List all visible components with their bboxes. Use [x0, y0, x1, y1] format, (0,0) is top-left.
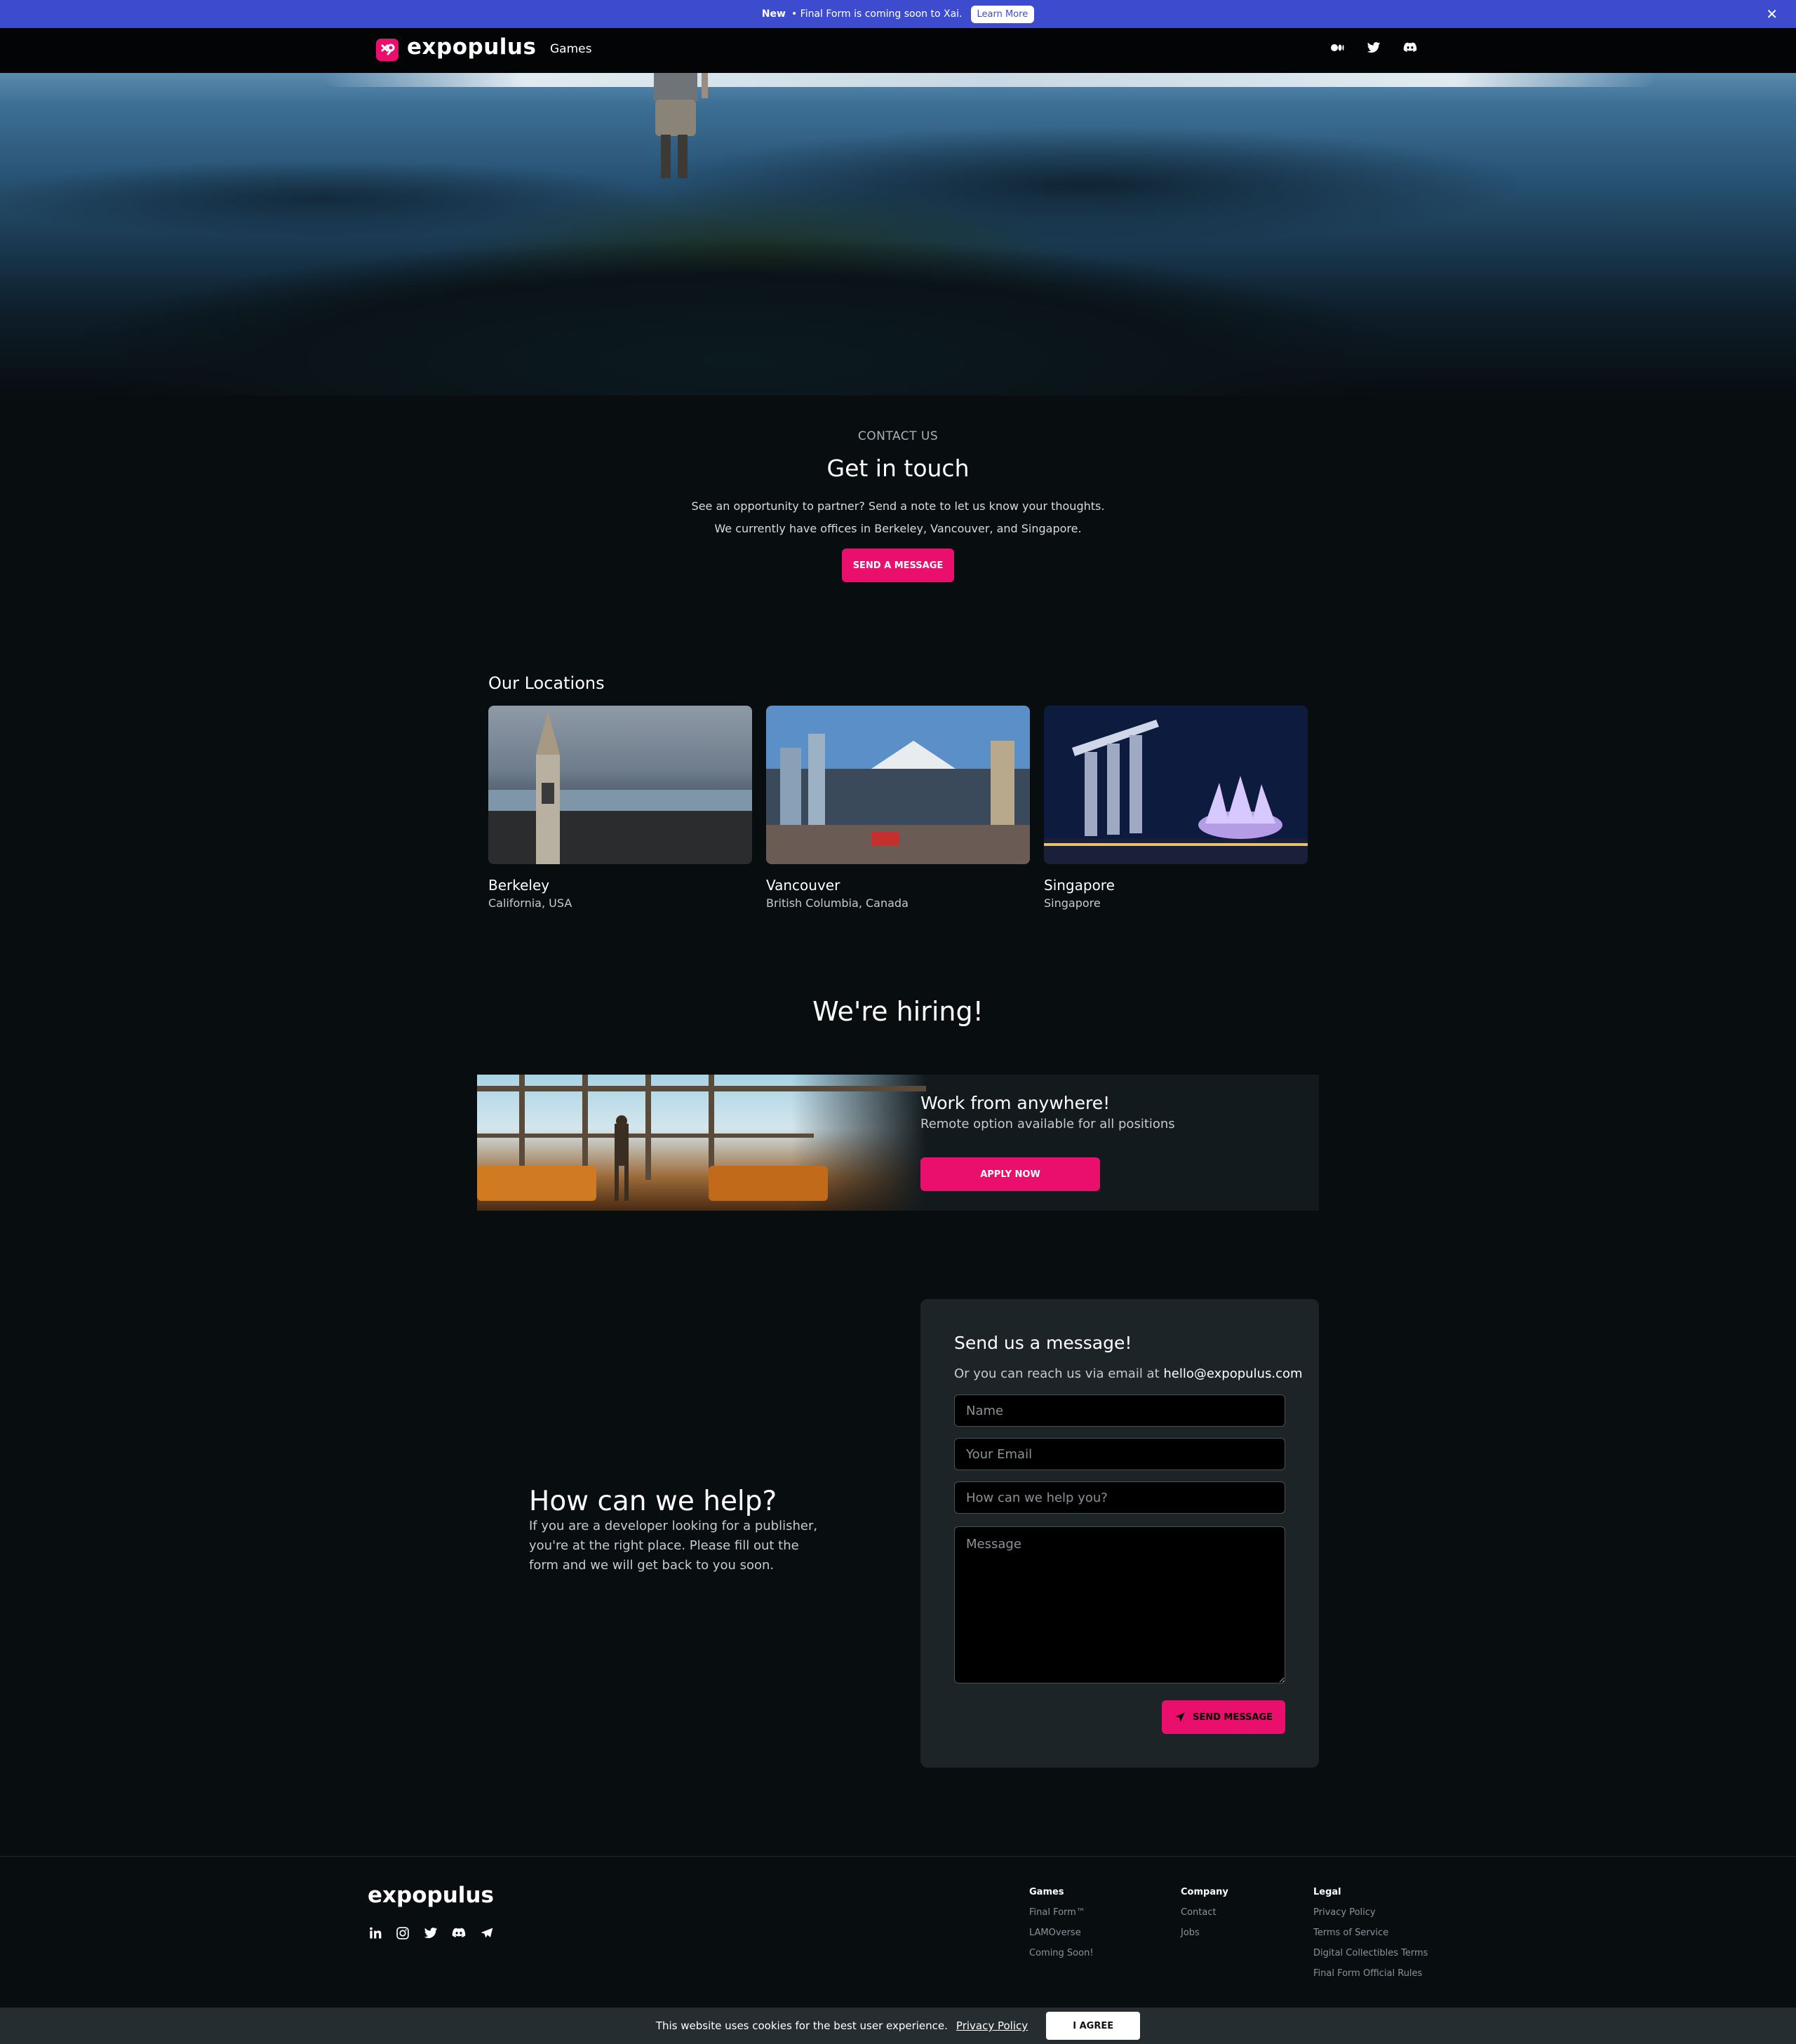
banner-subtitle: Remote option available for all position…	[920, 1117, 1175, 1131]
nav-link-games[interactable]: Games	[550, 42, 591, 56]
twitter-icon[interactable]	[424, 1926, 438, 1940]
contact-line-2: We currently have offices in Berkeley, V…	[714, 522, 1082, 535]
announcement-new-label: New	[761, 8, 786, 20]
logo-mark-icon[interactable]	[376, 39, 398, 61]
send-icon	[1175, 1712, 1185, 1722]
footer-company-column: Company Contact Jobs	[1181, 1887, 1228, 1948]
hero-figure	[645, 73, 716, 192]
telegram-icon[interactable]	[480, 1926, 494, 1940]
vancouver-photo	[766, 706, 1030, 864]
i-agree-button[interactable]: I AGREE	[1046, 2012, 1141, 2040]
location-region: British Columbia, Canada	[766, 896, 909, 910]
instagram-icon[interactable]	[396, 1926, 410, 1940]
location-name: Vancouver	[766, 877, 840, 894]
berkeley-photo	[488, 706, 752, 864]
announcement-text: • Final Form is coming soon to Xai.	[791, 8, 963, 20]
discord-icon[interactable]	[1403, 41, 1417, 55]
location-region: California, USA	[488, 896, 572, 910]
footer-link[interactable]: Final Form™	[1029, 1907, 1094, 1918]
footer-link[interactable]: LAMOverse	[1029, 1928, 1094, 1938]
banner-title: Work from anywhere!	[920, 1093, 1111, 1113]
help-title: How can we help?	[529, 1486, 777, 1517]
hero-clouds	[323, 73, 1656, 87]
cookie-text: This website uses cookies for the best u…	[655, 2019, 948, 2032]
send-a-message-button[interactable]: SEND A MESSAGE	[842, 549, 954, 582]
location-card-singapore[interactable]: Singapore Singapore	[1044, 706, 1308, 910]
hiring-banner: Work from anywhere! Remote option availa…	[477, 1075, 1319, 1211]
footer-link[interactable]: Digital Collectibles Terms	[1313, 1948, 1428, 1958]
email-field[interactable]	[954, 1438, 1285, 1470]
send-message-button[interactable]: SEND MESSAGE	[1162, 1700, 1285, 1734]
contact-line-1: See an opportunity to partner? Send a no…	[691, 499, 1105, 513]
footer-logo[interactable]: expopulus	[368, 1883, 494, 1908]
privacy-policy-link[interactable]: Privacy Policy	[956, 2019, 1028, 2032]
medium-icon[interactable]	[1330, 41, 1344, 55]
form-subtitle-text: Or you can reach us via email at	[954, 1366, 1160, 1381]
message-field[interactable]	[954, 1526, 1285, 1683]
locations-title: Our Locations	[488, 673, 605, 693]
contact-eyebrow: CONTACT US	[857, 429, 939, 443]
footer-link[interactable]: Contact	[1181, 1907, 1228, 1918]
location-region: Singapore	[1044, 896, 1101, 910]
footer-social-icons	[368, 1926, 494, 1940]
footer-games-column: Games Final Form™ LAMOverse Coming Soon!	[1029, 1887, 1094, 1968]
form-title: Send us a message!	[954, 1333, 1132, 1353]
airport-photo	[477, 1075, 926, 1211]
brand-logo[interactable]: expopulus	[407, 34, 536, 60]
hero-hill	[0, 192, 1796, 396]
hiring-title: We're hiring!	[812, 996, 984, 1027]
contact-email-link[interactable]: hello@expopulus.com	[1163, 1366, 1302, 1381]
hero-image	[0, 73, 1796, 396]
linkedin-icon[interactable]	[368, 1926, 382, 1940]
footer-games-heading: Games	[1029, 1887, 1064, 1897]
twitter-icon[interactable]	[1367, 41, 1381, 55]
cookie-banner: This website uses cookies for the best u…	[0, 2008, 1796, 2044]
footer-legal-column: Legal Privacy Policy Terms of Service Di…	[1313, 1887, 1428, 1989]
name-field[interactable]	[954, 1394, 1285, 1427]
learn-more-button[interactable]: Learn More	[970, 5, 1035, 23]
announcement-bar: New • Final Form is coming soon to Xai. …	[0, 0, 1796, 28]
footer-link[interactable]: Terms of Service	[1313, 1928, 1428, 1938]
footer-link[interactable]: Privacy Policy	[1313, 1907, 1428, 1918]
footer-divider	[0, 1856, 1796, 1857]
help-text: If you are a developer looking for a pub…	[529, 1519, 818, 1573]
help-field[interactable]	[954, 1481, 1285, 1514]
form-subtitle: Or you can reach us via email at hello@e…	[954, 1366, 1303, 1381]
footer-company-heading: Company	[1181, 1887, 1228, 1897]
contact-title: Get in touch	[826, 455, 970, 482]
send-message-label: SEND MESSAGE	[1192, 1712, 1273, 1723]
location-card-vancouver[interactable]: Vancouver British Columbia, Canada	[766, 706, 1030, 910]
close-icon[interactable]: ✕	[1766, 6, 1778, 22]
footer-legal-heading: Legal	[1313, 1887, 1341, 1897]
nav-social-icons	[1330, 41, 1417, 55]
contact-form-card: Send us a message! Or you can reach us v…	[920, 1299, 1319, 1768]
footer-link[interactable]: Coming Soon!	[1029, 1948, 1094, 1958]
singapore-photo	[1044, 706, 1308, 864]
apply-now-button[interactable]: APPLY NOW	[920, 1157, 1100, 1191]
top-navigation: expopulus Games	[0, 28, 1796, 73]
footer-link[interactable]: Jobs	[1181, 1928, 1228, 1938]
footer-link[interactable]: Final Form Official Rules	[1313, 1968, 1428, 1979]
discord-icon[interactable]	[452, 1926, 466, 1940]
location-name: Berkeley	[488, 877, 550, 894]
location-card-berkeley[interactable]: Berkeley California, USA	[488, 706, 752, 910]
location-name: Singapore	[1044, 877, 1115, 894]
